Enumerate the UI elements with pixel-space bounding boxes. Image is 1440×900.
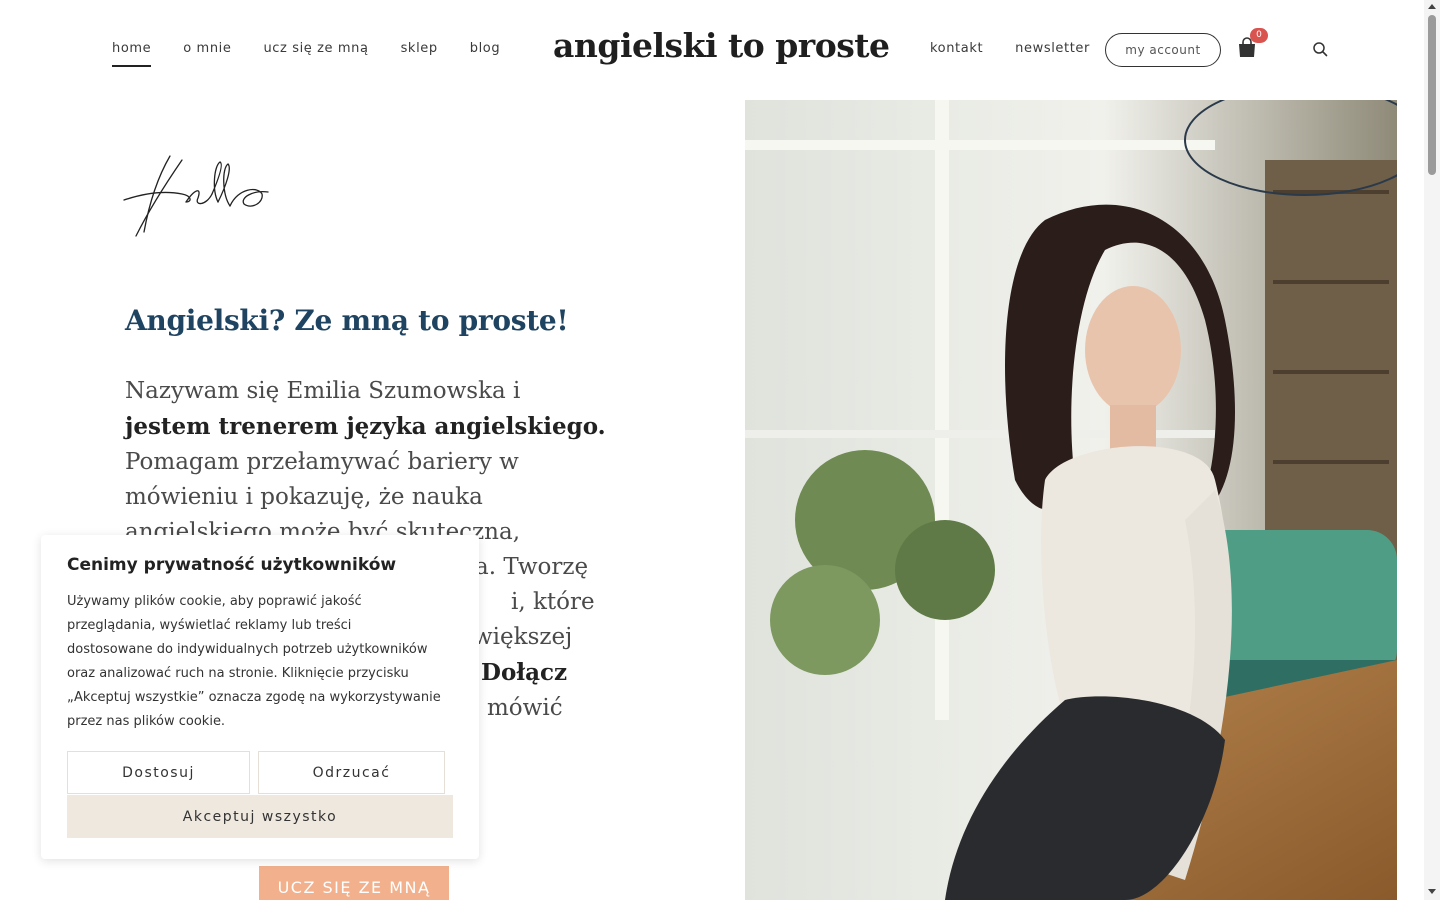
my-account-button[interactable]: my account — [1105, 33, 1221, 67]
hero-text-line: jestem trenerem języka angielskiego. — [125, 413, 606, 440]
site-header: home o mnie ucz się ze mną sklep blog an… — [0, 0, 1424, 100]
page-scrollbar[interactable] — [1424, 0, 1440, 900]
hero-portrait-photo — [745, 100, 1397, 900]
nav-blog[interactable]: blog — [470, 41, 500, 56]
cookie-accept-all-button[interactable]: Akceptuj wszystko — [67, 795, 453, 838]
nav-o-mnie[interactable]: o mnie — [183, 41, 231, 56]
hero-text-line: Pomagam przełamywać bariery w — [125, 449, 519, 475]
cookie-text-line: Używamy plików cookie, aby poprawić jako… — [67, 594, 362, 609]
cookie-text-line: oraz analizować ruch na stronie. Kliknię… — [67, 666, 409, 681]
main-nav-left: home o mnie ucz się ze mną sklep blog — [112, 41, 500, 67]
scrollbar-thumb[interactable] — [1428, 15, 1436, 175]
hello-script-graphic — [122, 150, 282, 245]
nav-sklep[interactable]: sklep — [401, 41, 438, 56]
nav-ucz-sie-ze-mna[interactable]: ucz się ze mną — [263, 41, 368, 56]
cookie-text-line: przeglądania, wyświetlać reklamy lub tre… — [67, 618, 352, 633]
cookie-customize-button[interactable]: Dostosuj — [67, 751, 250, 794]
main-nav-right: kontakt newsletter — [930, 41, 1090, 56]
hero-text-line: Nazywam się Emilia Szumowska i — [125, 378, 521, 404]
site-logo[interactable]: angielski to proste — [553, 26, 890, 65]
nav-home[interactable]: home — [112, 41, 152, 67]
cookie-text-line: dostosowane do indywidualnych potrzeb uż… — [67, 642, 428, 657]
hero-text-line: mówieniu i pokazuję, że nauka — [125, 484, 483, 510]
cart-count-badge: 0 — [1250, 28, 1268, 43]
cookie-reject-button[interactable]: Odrzucać — [258, 751, 445, 794]
cookie-dialog-text: Używamy plików cookie, aby poprawić jako… — [67, 590, 462, 734]
cookie-dialog-title: Cenimy prywatność użytkowników — [67, 555, 397, 575]
nav-kontakt[interactable]: kontakt — [930, 41, 983, 56]
learn-with-me-button[interactable]: UCZ SIĘ ZE MNĄ — [259, 866, 449, 900]
nav-newsletter[interactable]: newsletter — [1015, 41, 1090, 56]
hero-heading: Angielski? Ze mną to proste! — [125, 304, 569, 337]
cookie-text-line: przez nas plików cookie. — [67, 714, 226, 729]
cookie-text-line: „Akceptuj wszystkie” oznacza zgodę na wy… — [67, 690, 441, 705]
scroll-up-arrow-icon[interactable] — [1428, 4, 1436, 9]
scroll-down-arrow-icon[interactable] — [1428, 889, 1436, 894]
search-icon[interactable] — [1312, 41, 1328, 57]
cookie-consent-dialog: Cenimy prywatność użytkowników Używamy p… — [41, 535, 479, 859]
